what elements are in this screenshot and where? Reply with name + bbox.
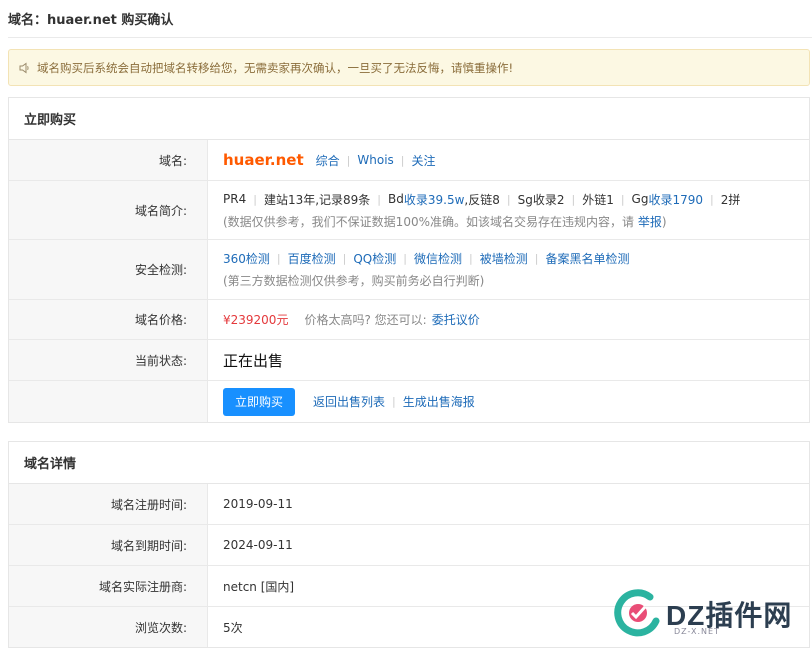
check-360-link[interactable]: 360检测	[223, 250, 270, 267]
seo-gg: Gg	[631, 192, 649, 206]
seo-pinyin: 2拼	[720, 192, 741, 207]
price-hint: 价格太高吗? 您还可以:	[304, 313, 427, 327]
seo-sg: Sg收录2	[517, 192, 565, 207]
watermark-logo-icon	[610, 585, 666, 644]
seo-stats: PR4 | 建站13年,记录89条 | Bd 收录39.5w ,反链8 | Sg收录…	[223, 191, 741, 208]
intro-row: 域名简介: PR4 | 建站13年,记录89条 | Bd 收录39.5w ,反链8 …	[9, 181, 809, 240]
detail-value: 2019-09-11	[223, 497, 293, 511]
status-value: 正在出售	[223, 351, 284, 370]
buy-panel-heading: 立即购买	[9, 98, 809, 140]
details-panel-heading: 域名详情	[9, 442, 809, 484]
buy-now-button[interactable]: 立即购买	[223, 387, 295, 416]
seo-pr: PR4	[223, 192, 247, 206]
site-watermark: DZ插件网 DZ-X.NET	[610, 584, 810, 644]
check-blocked-link[interactable]: 被墙检测	[480, 250, 528, 267]
notice-banner: 域名购买后系统会自动把域名转移给您，无需卖家再次确认，一旦买了无法反悔，请慎重操…	[8, 49, 810, 86]
generate-poster-link[interactable]: 生成出售海报	[403, 393, 475, 410]
price-value: ¥239200元	[223, 313, 289, 327]
detail-label: 域名实际注册商:	[9, 566, 208, 606]
security-note: (第三方数据检测仅供参考，购买前务必自行判断)	[223, 274, 485, 288]
seo-age: 建站13年,记录89条	[263, 192, 371, 207]
title-divider	[8, 37, 812, 38]
actions-label	[9, 381, 208, 422]
follow-link[interactable]: 关注	[412, 152, 436, 169]
watermark-subtext: DZ-X.NET	[674, 627, 720, 636]
check-qq-link[interactable]: QQ检测	[353, 250, 396, 267]
check-wechat-link[interactable]: 微信检测	[414, 250, 462, 267]
status-row: 当前状态: 正在出售	[9, 340, 809, 381]
intro-label: 域名简介:	[9, 181, 208, 239]
domain-label: 域名:	[9, 140, 208, 180]
actions-row: 立即购买 返回出售列表 | 生成出售海报	[9, 381, 809, 422]
back-to-list-link[interactable]: 返回出售列表	[313, 393, 385, 410]
seo-gg-index[interactable]: 收录1790	[648, 191, 703, 208]
page-title: 域名：huaer.net 购买确认	[8, 13, 174, 28]
status-label: 当前状态:	[9, 340, 208, 380]
check-blacklist-link[interactable]: 备案黑名单检测	[545, 250, 629, 267]
security-row: 安全检测: 360检测 | 百度检测 | QQ检测 | 微信检测 | 被墙检测 …	[9, 240, 809, 300]
seo-bd-backlinks: ,反链8	[464, 192, 500, 207]
check-baidu-link[interactable]: 百度检测	[288, 250, 336, 267]
report-link[interactable]: 举报	[638, 215, 662, 229]
seo-links: 外链1	[582, 192, 614, 207]
price-label: 域名价格:	[9, 300, 208, 339]
domain-row: 域名: huaer.net 综合 | Whois | 关注	[9, 140, 809, 181]
separator: |	[346, 153, 351, 167]
detail-row: 域名注册时间: 2019-09-11	[9, 484, 809, 525]
intro-disclaimer: (数据仅供参考，我们不保证数据100%准确。如该域名交易存在违规内容，请 举报)	[223, 214, 667, 229]
negotiate-link[interactable]: 委托议价	[432, 311, 480, 328]
domain-name: huaer.net	[223, 151, 304, 169]
detail-value: 2024-09-11	[223, 538, 293, 552]
detail-label: 域名注册时间:	[9, 484, 208, 524]
separator: |	[400, 153, 405, 167]
seo-bd-index[interactable]: 收录39.5w	[404, 191, 465, 208]
detail-label: 域名到期时间:	[9, 525, 208, 565]
whois-link[interactable]: Whois	[357, 153, 393, 167]
seo-bd: Bd	[388, 192, 404, 206]
overview-link[interactable]: 综合	[316, 152, 340, 169]
security-label: 安全检测:	[9, 240, 208, 299]
price-row: 域名价格: ¥239200元 价格太高吗? 您还可以: 委托议价	[9, 300, 809, 340]
buy-panel: 立即购买 域名: huaer.net 综合 | Whois | 关注 域名简介:…	[8, 97, 810, 423]
detail-row: 域名到期时间: 2024-09-11	[9, 525, 809, 566]
notice-text: 域名购买后系统会自动把域名转移给您，无需卖家再次确认，一旦买了无法反悔，请慎重操…	[37, 60, 514, 75]
detail-label: 浏览次数:	[9, 607, 208, 647]
speaker-icon	[18, 61, 32, 75]
